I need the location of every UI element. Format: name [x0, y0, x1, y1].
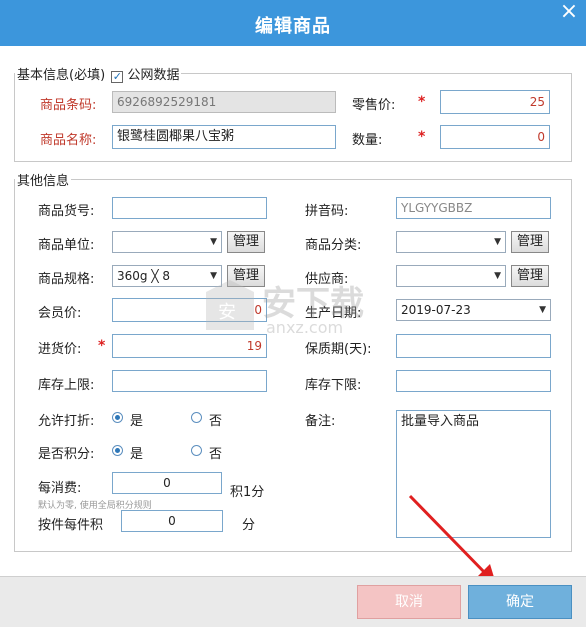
supplier-select[interactable]: ▼: [396, 265, 506, 287]
points-no-radio[interactable]: [191, 445, 202, 456]
chevron-down-icon: ▼: [539, 305, 546, 315]
category-manage-button[interactable]: 管理: [511, 231, 549, 253]
supplier-label: 供应商:: [305, 272, 349, 287]
points-yes-radio[interactable]: [112, 445, 123, 456]
points-no-label: 否: [209, 447, 223, 462]
points-yes-label: 是: [130, 447, 144, 462]
points-label: 是否积分:: [38, 447, 95, 462]
public-data-label: 公网数据: [127, 68, 180, 83]
basic-info-title: 基本信息(必填): [17, 68, 106, 83]
per-piece-label: 按件每件积: [38, 518, 104, 533]
pinyin-input[interactable]: YLGYYGBBZ: [396, 197, 551, 219]
name-label: 商品名称:: [40, 133, 97, 148]
footer-bar: 取消 确定: [0, 576, 586, 627]
remark-textarea[interactable]: 批量导入商品: [396, 410, 551, 538]
discount-no-radio[interactable]: [191, 412, 202, 423]
stock-min-label: 库存下限:: [305, 378, 362, 393]
price-input[interactable]: 25: [440, 90, 550, 114]
discount-yes-label: 是: [130, 414, 144, 429]
title-bar: 编辑商品 ×: [0, 0, 586, 46]
production-date-picker[interactable]: 2019-07-23 ▼: [396, 299, 551, 321]
name-input[interactable]: 银鹭桂圆椰果八宝粥: [112, 125, 336, 149]
basic-info-legend: 基本信息(必填) ✓ 公网数据: [15, 64, 181, 83]
unit-label: 商品单位:: [38, 238, 95, 253]
pinyin-label: 拼音码:: [305, 204, 349, 219]
item-no-label: 商品货号:: [38, 204, 95, 219]
ok-button[interactable]: 确定: [468, 585, 572, 619]
per-spend-label: 每消费:: [38, 481, 82, 496]
per-spend-unit: 积1分: [230, 485, 265, 500]
per-spend-input[interactable]: 0: [112, 472, 222, 494]
other-info-legend: 其他信息: [17, 174, 70, 189]
production-date-label: 生产日期:: [305, 306, 362, 321]
barcode-input[interactable]: 6926892529181: [112, 91, 336, 113]
close-icon[interactable]: ×: [558, 1, 580, 24]
stock-max-label: 库存上限:: [38, 378, 95, 393]
supplier-manage-button[interactable]: 管理: [511, 265, 549, 287]
stock-max-input[interactable]: [112, 370, 267, 392]
shelf-life-input[interactable]: [396, 334, 551, 358]
qty-label: 数量:: [352, 133, 383, 148]
discount-yes-radio[interactable]: [112, 412, 123, 423]
category-label: 商品分类:: [305, 238, 362, 253]
price-label: 零售价:: [352, 98, 396, 113]
spec-select[interactable]: 360g ╳ 8 ▼: [112, 265, 222, 287]
remark-label: 备注:: [305, 414, 336, 429]
barcode-label: 商品条码:: [40, 98, 97, 113]
production-date-value: 2019-07-23: [401, 303, 471, 317]
chevron-down-icon: ▼: [210, 237, 217, 247]
cancel-button[interactable]: 取消: [357, 585, 461, 619]
cost-input[interactable]: 19: [112, 334, 267, 358]
spec-select-value: 360g ╳ 8: [117, 269, 171, 283]
stock-min-input[interactable]: [396, 370, 551, 392]
chevron-down-icon: ▼: [494, 237, 501, 247]
qty-input[interactable]: 0: [440, 125, 550, 149]
qty-required-mark: *: [418, 129, 426, 145]
per-piece-unit: 分: [242, 518, 256, 533]
discount-no-label: 否: [209, 414, 223, 429]
price-required-mark: *: [418, 94, 426, 110]
item-no-input[interactable]: [112, 197, 267, 219]
chevron-down-icon: ▼: [494, 271, 501, 281]
category-select[interactable]: ▼: [396, 231, 506, 253]
spec-manage-button[interactable]: 管理: [227, 265, 265, 287]
shelf-life-label: 保质期(天):: [305, 342, 372, 357]
unit-manage-button[interactable]: 管理: [227, 231, 265, 253]
window-title: 编辑商品: [255, 16, 331, 37]
spec-label: 商品规格:: [38, 272, 95, 287]
cost-required-mark: *: [98, 338, 106, 354]
public-data-checkbox[interactable]: ✓: [111, 71, 124, 83]
member-price-label: 会员价:: [38, 306, 82, 321]
discount-label: 允许打折:: [38, 414, 95, 429]
chevron-down-icon: ▼: [210, 271, 217, 281]
per-piece-input[interactable]: 0: [121, 510, 223, 532]
unit-select[interactable]: ▼: [112, 231, 222, 253]
cost-label: 进货价:: [38, 342, 82, 357]
member-price-input[interactable]: 0: [112, 298, 267, 322]
